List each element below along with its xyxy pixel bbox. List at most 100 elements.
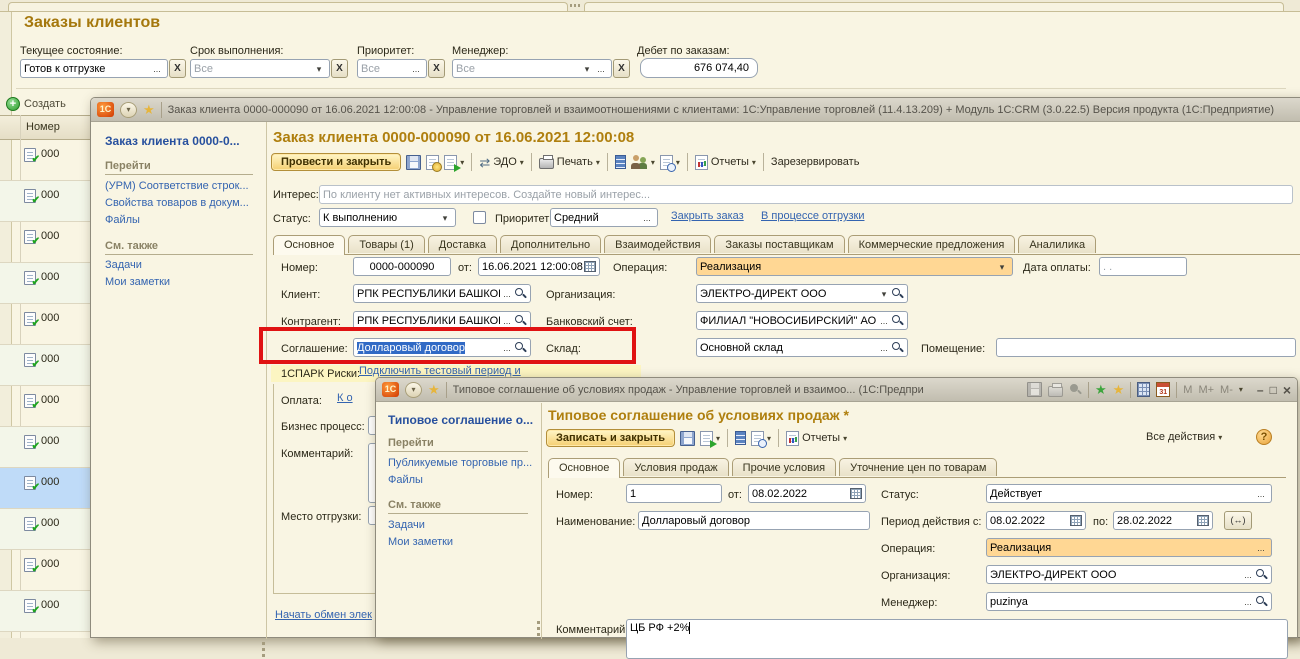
table-row[interactable]: ✔000	[0, 550, 90, 591]
create-based-on-button[interactable]: ▾	[444, 155, 464, 170]
calculator-icon[interactable]	[1137, 382, 1150, 397]
print-button[interactable]: Печать▾	[539, 155, 600, 169]
org-field[interactable]: ЭЛЕКТРО-ДИРЕКТ ООО...	[986, 565, 1272, 584]
agreement-window-titlebar[interactable]: 1С ▾ ★ Типовое соглашение об условиях пр…	[376, 378, 1297, 402]
post-and-close-button[interactable]: Провести и закрыть	[271, 153, 401, 171]
choose-button[interactable]: ...	[409, 61, 423, 77]
choose-button[interactable]: ...	[1241, 594, 1255, 610]
more-commands-icon[interactable]: ▾	[1239, 385, 1243, 394]
save-icon[interactable]	[406, 155, 421, 170]
order-window-titlebar[interactable]: 1С ▾ ★ Заказ клиента 0000-000090 от 16.0…	[91, 98, 1300, 122]
filter-deadline-field[interactable]: Все ▾	[190, 59, 330, 78]
crm-button[interactable]: ▾	[631, 155, 655, 169]
filter-priority-clear-button[interactable]: X	[428, 59, 445, 78]
sidebar-splitter-grip-icon[interactable]	[262, 642, 265, 645]
print-disabled-icon[interactable]	[1048, 386, 1063, 397]
table-row[interactable]: ✔000	[0, 386, 90, 427]
calendar-31-icon[interactable]: 31	[1156, 382, 1170, 397]
splitter-dots-icon[interactable]	[570, 4, 572, 7]
dropdown-icon[interactable]: ▾	[438, 210, 452, 226]
preview-disabled-icon[interactable]	[1069, 383, 1082, 396]
filter-deadline-clear-button[interactable]: X	[331, 59, 348, 78]
sidebar-item-urm[interactable]: (УРМ) Соответствие строк...	[105, 180, 249, 192]
choose-button[interactable]: ...	[1254, 486, 1268, 502]
tab-other-conditions[interactable]: Прочие условия	[732, 458, 836, 476]
dropdown-icon[interactable]: ▾	[580, 61, 594, 77]
filter-manager-field[interactable]: Все ▾ ...	[452, 59, 612, 78]
tab-interactions[interactable]: Взаимодействия	[604, 235, 711, 253]
document-structure-icon[interactable]	[735, 431, 746, 445]
table-row[interactable]: ✔000	[0, 509, 90, 550]
sidebar-item-product-properties[interactable]: Свойства товаров в докум...	[105, 197, 249, 209]
filter-manager-clear-button[interactable]: X	[613, 59, 630, 78]
sidebar-item-published-offers[interactable]: Публикуемые торговые пр...	[388, 457, 532, 469]
magnifier-icon[interactable]	[514, 314, 527, 327]
sidebar-item-tasks[interactable]: Задачи	[105, 259, 142, 271]
table-row[interactable]: ✔000	[0, 181, 90, 222]
table-row[interactable]: ✔000	[0, 140, 90, 181]
tab-delivery[interactable]: Доставка	[428, 235, 497, 253]
favorite-star-icon[interactable]: ★	[428, 383, 440, 397]
name-field[interactable]: Долларовый договор	[638, 511, 870, 530]
filter-priority-field[interactable]: Все ...	[357, 59, 427, 78]
tab-commercial-offers[interactable]: Коммерческие предложения	[848, 235, 1016, 253]
memory-minus-button[interactable]: М-	[1220, 384, 1233, 396]
status-field[interactable]: Действует...	[986, 484, 1272, 503]
favorites-menu-icon[interactable]: ★	[1113, 383, 1125, 397]
reserve-button[interactable]: Зарезервировать	[771, 156, 860, 168]
manager-field[interactable]: puzinya...	[986, 592, 1272, 611]
magnifier-icon[interactable]	[514, 341, 527, 354]
date-field[interactable]: 16.06.2021 12:00:08	[478, 257, 600, 276]
schedule-button[interactable]: ▾	[751, 431, 771, 446]
tab-main[interactable]: Основное	[548, 458, 620, 478]
operation-dropdown[interactable]: Реализация▾	[696, 257, 1013, 276]
table-header[interactable]: Номер	[0, 115, 90, 140]
memory-button[interactable]: М	[1183, 384, 1192, 396]
table-row[interactable]: ✔000	[0, 345, 90, 386]
filter-state-field[interactable]: Готов к отгрузке ...	[20, 59, 168, 78]
tab-goods[interactable]: Товары (1)	[348, 235, 424, 253]
calendar-icon[interactable]	[1070, 515, 1082, 526]
close-order-link[interactable]: Закрыть заказ	[671, 210, 744, 222]
choose-button[interactable]: ...	[500, 340, 514, 356]
create-based-on-button[interactable]: ▾	[700, 431, 720, 446]
table-row[interactable]: ✔000	[0, 427, 90, 468]
status-dropdown[interactable]: К выполнению ▾	[319, 208, 456, 227]
save-icon[interactable]	[680, 431, 695, 446]
tab-price-refinement[interactable]: Уточнение цен по товарам	[839, 458, 997, 476]
choose-button[interactable]: ...	[877, 340, 891, 356]
magnifier-icon[interactable]	[1255, 595, 1268, 608]
save-disabled-icon[interactable]	[1027, 382, 1042, 397]
magnifier-icon[interactable]	[891, 341, 904, 354]
close-button[interactable]: ×	[1283, 383, 1291, 397]
tab-supplier-orders[interactable]: Заказы поставщикам	[714, 235, 844, 253]
shipping-status-link[interactable]: В процессе отгрузки	[761, 210, 864, 222]
choose-button[interactable]: ...	[500, 286, 514, 302]
comment-field[interactable]: ЦБ РФ +2%	[626, 619, 1288, 659]
choose-button[interactable]: ...	[594, 61, 608, 77]
interest-field[interactable]: По клиенту нет активных интересов. Созда…	[319, 185, 1293, 204]
sidebar-item-notes[interactable]: Мои заметки	[388, 536, 453, 548]
payment-link[interactable]: К о	[337, 392, 353, 404]
table-row[interactable]: ✔000	[0, 591, 90, 632]
magnifier-icon[interactable]	[1255, 568, 1268, 581]
save-and-close-button[interactable]: Записать и закрыть	[546, 429, 675, 447]
table-row[interactable]: ✔000	[0, 263, 90, 304]
table-row[interactable]: ✔000	[0, 304, 90, 345]
tab-additional[interactable]: Дополнительно	[500, 235, 601, 253]
number-field[interactable]: 1	[626, 484, 722, 503]
calendar-icon[interactable]	[584, 261, 596, 272]
sidebar-item-notes[interactable]: Мои заметки	[105, 276, 170, 288]
choose-button[interactable]: ...	[1241, 567, 1255, 583]
period-to-field[interactable]: 28.02.2022	[1113, 511, 1213, 530]
help-button[interactable]: ?	[1256, 429, 1272, 445]
table-row-selected[interactable]: ✔000	[0, 468, 90, 509]
calendar-icon[interactable]	[1197, 515, 1209, 526]
client-field[interactable]: РПК РЕСПУБЛИКИ БАШКОРТОСТАН ,...	[353, 284, 531, 303]
choose-button[interactable]: ...	[877, 313, 891, 329]
pay-date-field[interactable]: . .	[1099, 257, 1187, 276]
agreement-field[interactable]: Долларовый договор ...	[353, 338, 531, 357]
period-from-field[interactable]: 08.02.2022	[986, 511, 1086, 530]
document-structure-icon[interactable]	[615, 155, 626, 169]
sidebar-splitter-grip-icon[interactable]	[537, 621, 540, 624]
